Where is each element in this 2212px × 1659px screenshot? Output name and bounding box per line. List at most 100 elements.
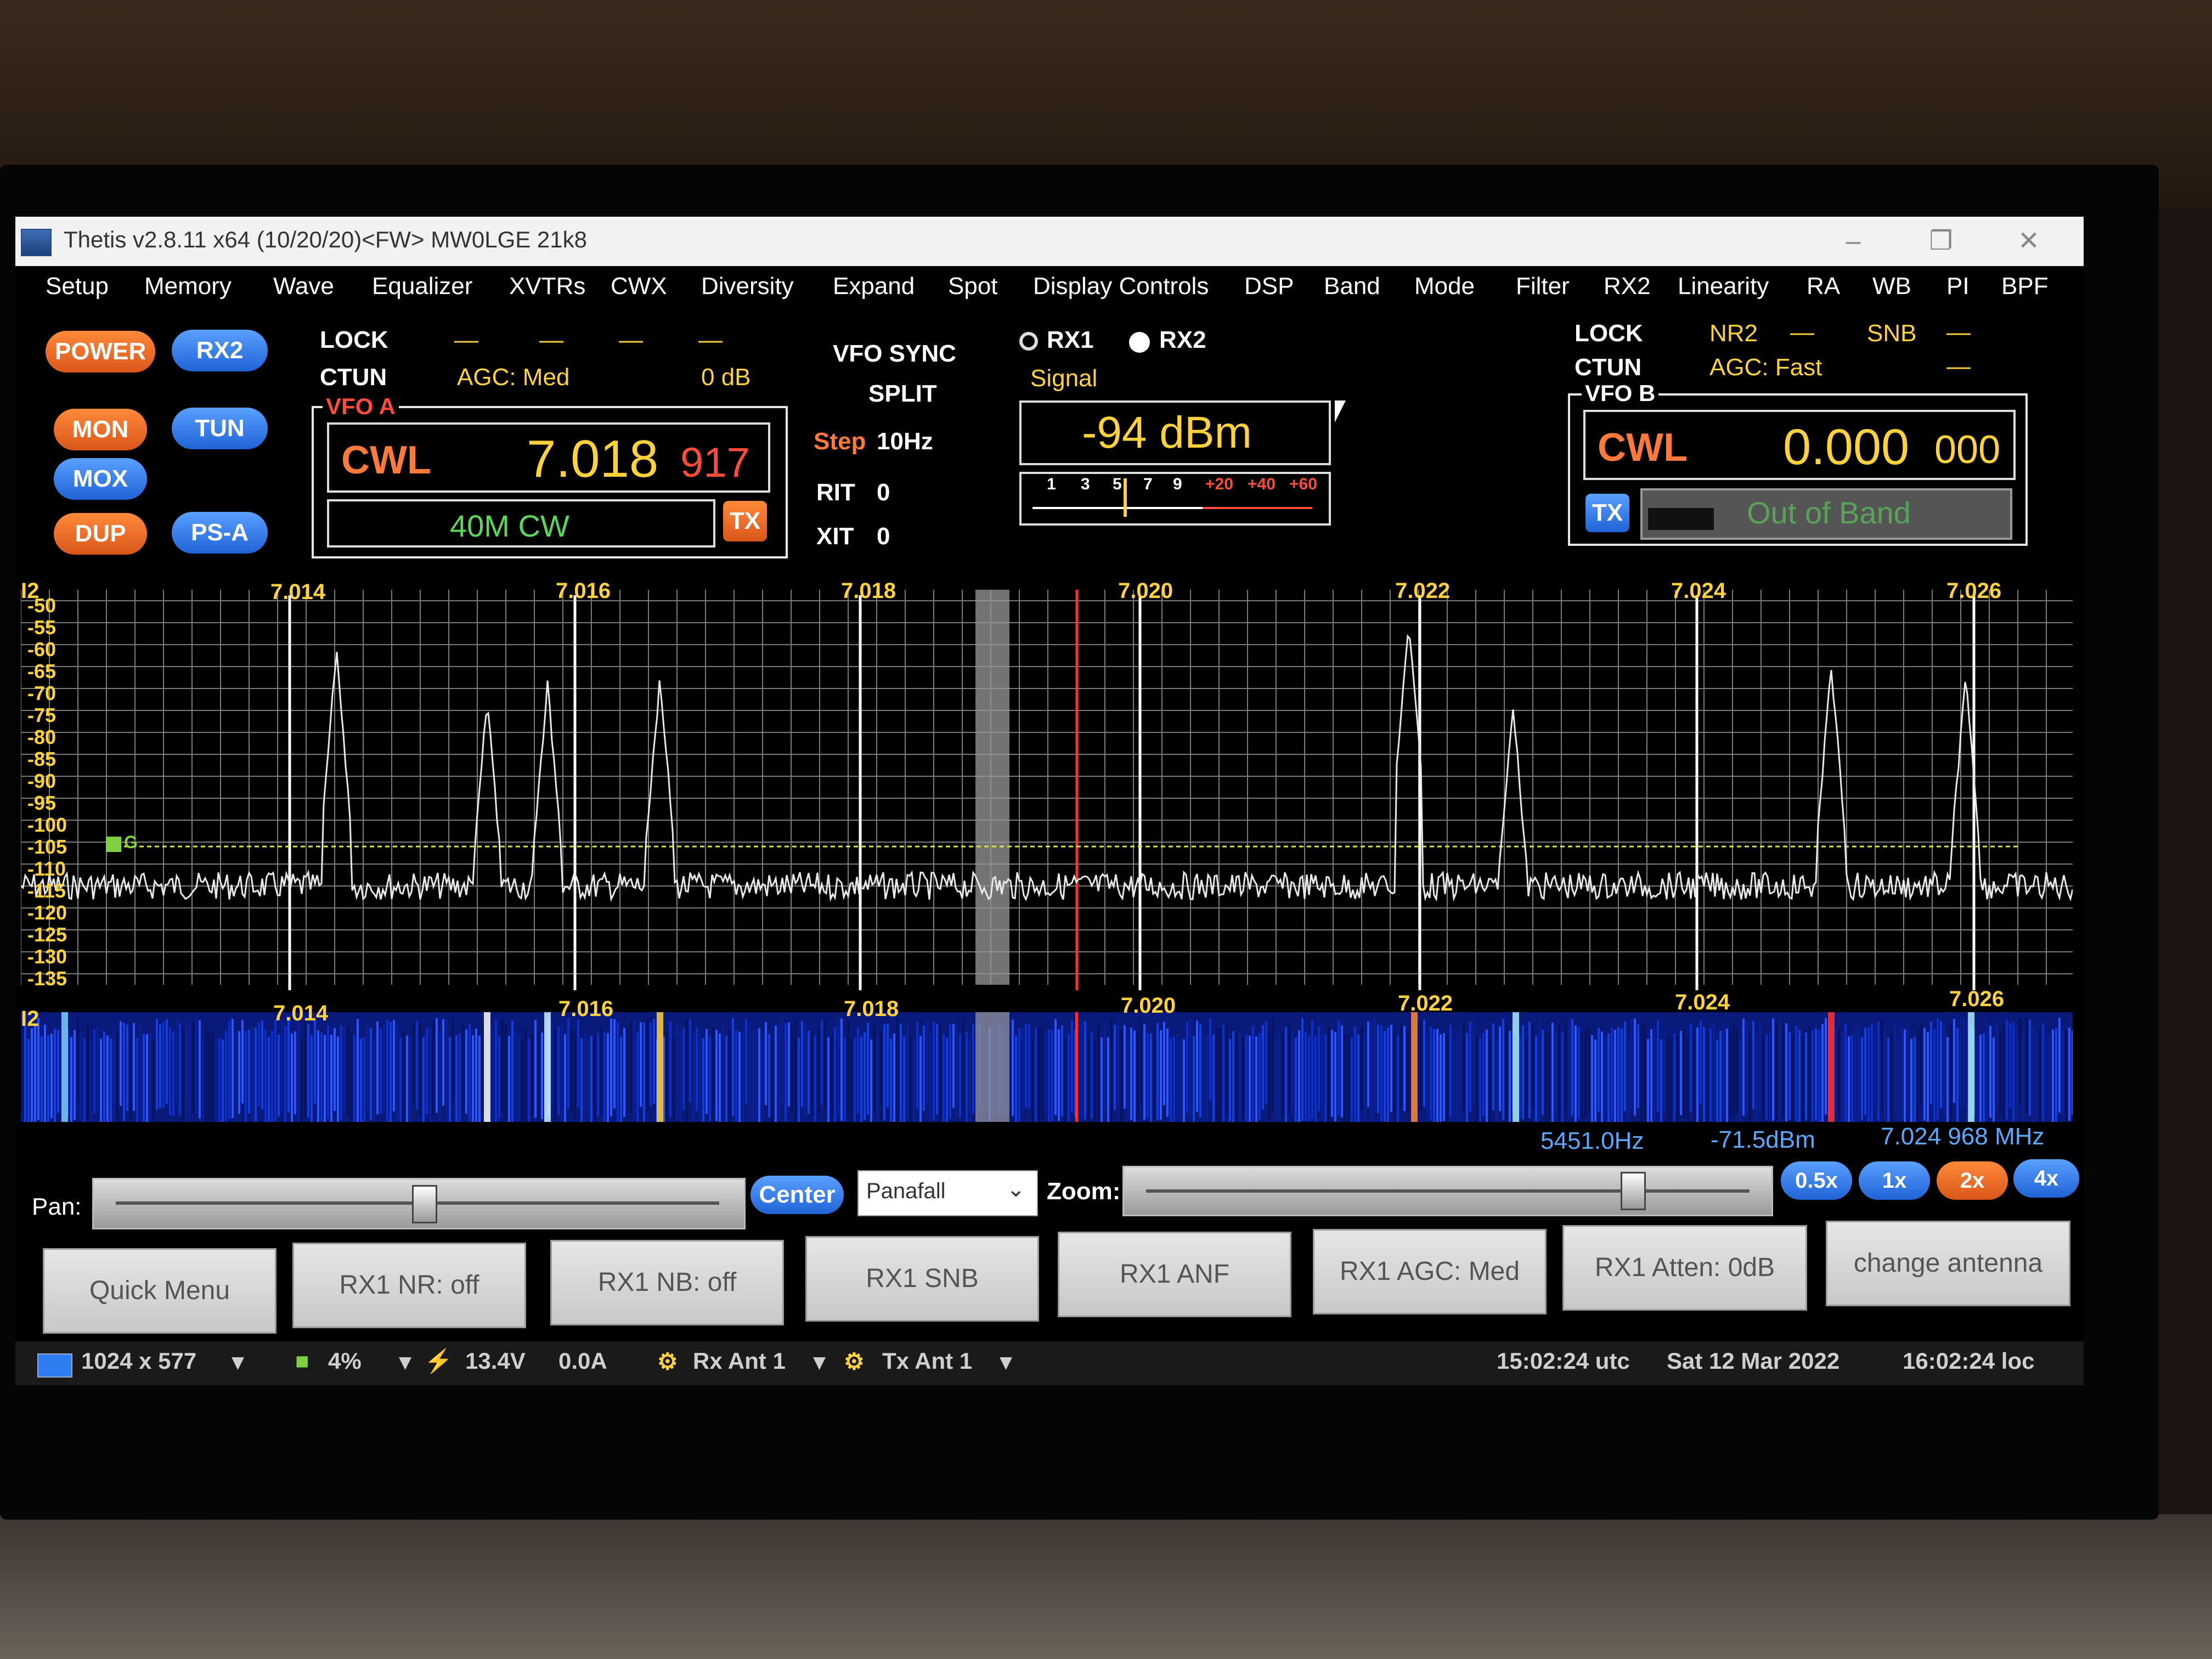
waterfall-column	[353, 1034, 356, 1137]
status-resolution[interactable]: 1024 x 577	[81, 1348, 196, 1374]
vfo-a-freq-main[interactable]: 7.018	[527, 429, 658, 489]
cpu-dropdown-icon[interactable]: ▾	[399, 1348, 411, 1375]
tx-ant-dropdown-icon[interactable]: ▾	[1000, 1348, 1012, 1375]
menu-band[interactable]: Band	[1324, 273, 1380, 300]
zoom-4x-button[interactable]: 4x	[2013, 1159, 2079, 1198]
vfo-b-freq-sub[interactable]: 000	[1934, 427, 2000, 472]
step-value[interactable]: 10Hz	[877, 428, 933, 455]
xit-label[interactable]: XIT	[816, 523, 854, 550]
menu-wb[interactable]: WB	[1872, 273, 1911, 300]
zoom-slider[interactable]	[1122, 1166, 1773, 1216]
menu-bpf[interactable]: BPF	[2001, 273, 2049, 300]
mox-button[interactable]: MOX	[54, 458, 147, 500]
mon-button[interactable]: MON	[54, 409, 147, 450]
display-mode-select[interactable]: Panafall ⌄	[857, 1170, 1038, 1216]
waterfall-column	[2002, 1024, 2005, 1121]
change-antenna-button[interactable]: change antenna	[1826, 1221, 2070, 1306]
rx1-nr-button[interactable]: RX1 NR: off	[292, 1243, 526, 1328]
resolution-dropdown-icon[interactable]: ▾	[232, 1348, 244, 1375]
menu-cwx[interactable]: CWX	[611, 273, 667, 300]
menu-linearity[interactable]: Linearity	[1678, 273, 1769, 300]
vfo-a-dash-4: —	[698, 326, 723, 353]
waterfall-column	[1203, 1032, 1205, 1131]
vfo-b-display[interactable]: CWL 0.000 000	[1583, 410, 2016, 480]
tun-button[interactable]: TUN	[172, 408, 268, 449]
menu-rx2[interactable]: RX2	[1604, 273, 1651, 300]
menu-wave[interactable]: Wave	[273, 273, 334, 300]
waterfall-passband[interactable]	[975, 1012, 1009, 1122]
close-icon[interactable]: ✕	[1996, 221, 2062, 262]
rx1-radio[interactable]	[1019, 332, 1038, 351]
rx1-nb-button[interactable]: RX1 NB: off	[550, 1240, 784, 1325]
vfo-a-display[interactable]: CWL 7.018 917	[327, 422, 770, 493]
minimize-icon[interactable]: –	[1820, 221, 1886, 262]
quick-menu-button[interactable]: Quick Menu	[43, 1248, 276, 1334]
rx1-snb-button[interactable]: RX1 SNB	[805, 1236, 1039, 1322]
status-rx-ant[interactable]: Rx Ant 1	[693, 1348, 786, 1374]
rx2-label[interactable]: RX2	[1159, 326, 1206, 354]
vfo-b-ctun-label[interactable]: CTUN	[1575, 354, 1641, 381]
waterfall-column	[202, 1035, 204, 1124]
menu-ra[interactable]: RA	[1807, 273, 1840, 300]
power-button[interactable]: POWER	[46, 331, 155, 373]
vfo-b-tx-button[interactable]: TX	[1585, 494, 1629, 532]
waterfall-column	[729, 1030, 731, 1128]
menu-diversity[interactable]: Diversity	[701, 273, 794, 300]
vfo-b-freq-main[interactable]: 0.000	[1783, 419, 1909, 476]
vfo-a-freq-sub[interactable]: 917	[680, 439, 750, 487]
zoom-2x-button[interactable]: 2x	[1937, 1161, 2008, 1200]
menu-setup[interactable]: Setup	[46, 273, 109, 300]
xit-value[interactable]: 0	[877, 523, 890, 550]
vfo-a-tx-button[interactable]: TX	[723, 501, 767, 541]
signal-label[interactable]: Signal	[1030, 365, 1097, 392]
pan-slider-thumb[interactable]	[412, 1185, 437, 1223]
status-tx-ant[interactable]: Tx Ant 1	[882, 1348, 972, 1374]
vfo-b-lock-label[interactable]: LOCK	[1575, 320, 1643, 347]
agc-marker-icon[interactable]	[106, 837, 121, 852]
cursor-level: -71.5dBm	[1711, 1126, 1815, 1153]
menu-xvtrs[interactable]: XVTRs	[509, 273, 585, 300]
menu-filter[interactable]: Filter	[1516, 273, 1570, 300]
waterfall-column	[297, 1022, 300, 1124]
zoom-slider-thumb[interactable]	[1621, 1172, 1646, 1210]
waterfall-column	[2016, 1025, 2018, 1126]
rx1-agc-button[interactable]: RX1 AGC: Med	[1313, 1229, 1547, 1314]
waterfall[interactable]: I2 7.014 7.016 7.018 7.020 7.022 7.024 7…	[21, 987, 2074, 1143]
rx1-atten-button[interactable]: RX1 Atten: 0dB	[1562, 1225, 1807, 1311]
menu-spot[interactable]: Spot	[948, 273, 998, 300]
menu-mode[interactable]: Mode	[1414, 273, 1475, 300]
split-button[interactable]: SPLIT	[868, 380, 937, 408]
vfo-a-ctun-label[interactable]: CTUN	[320, 364, 387, 391]
psa-button[interactable]: PS-A	[172, 512, 268, 554]
pan-slider[interactable]	[92, 1178, 746, 1229]
waterfall-column	[1025, 1024, 1027, 1108]
rit-value[interactable]: 0	[877, 479, 890, 506]
rit-label[interactable]: RIT	[816, 479, 855, 506]
menu-expand[interactable]: Expand	[833, 273, 915, 300]
rx2-button[interactable]: RX2	[172, 330, 268, 371]
waterfall-column	[1867, 1026, 1870, 1125]
panadapter[interactable]: I2 7.014 7.016 7.018 7.020 7.022 7.024 7…	[20, 579, 2074, 996]
menu-memory[interactable]: Memory	[144, 273, 232, 300]
dup-button[interactable]: DUP	[54, 513, 147, 555]
menu-dsp[interactable]: DSP	[1244, 273, 1294, 300]
rx1-label[interactable]: RX1	[1047, 326, 1094, 354]
waterfall-vfo-marker	[1075, 1012, 1078, 1122]
rx2-radio[interactable]	[1129, 332, 1150, 353]
rx-passband[interactable]	[975, 590, 1009, 985]
rx-ant-dropdown-icon[interactable]: ▾	[814, 1348, 825, 1375]
menu-pi[interactable]: PI	[1946, 273, 1970, 300]
waterfall-column	[1910, 1039, 1912, 1122]
center-button[interactable]: Center	[751, 1176, 844, 1214]
waterfall-column	[1334, 1032, 1336, 1122]
zoom-1x-button[interactable]: 1x	[1859, 1161, 1930, 1200]
zoom-0-5x-button[interactable]: 0.5x	[1781, 1161, 1852, 1200]
vfo-sync-button[interactable]: VFO SYNC	[833, 340, 956, 368]
rx1-anf-button[interactable]: RX1 ANF	[1058, 1232, 1291, 1317]
menu-equalizer[interactable]: Equalizer	[372, 273, 472, 300]
waterfall-column	[363, 1037, 365, 1135]
waterfall-plot	[21, 1012, 2074, 1143]
restore-icon[interactable]: ❐	[1908, 221, 1974, 262]
vfo-a-lock-label[interactable]: LOCK	[320, 326, 388, 354]
menu-display-controls[interactable]: Display Controls	[1033, 273, 1209, 300]
